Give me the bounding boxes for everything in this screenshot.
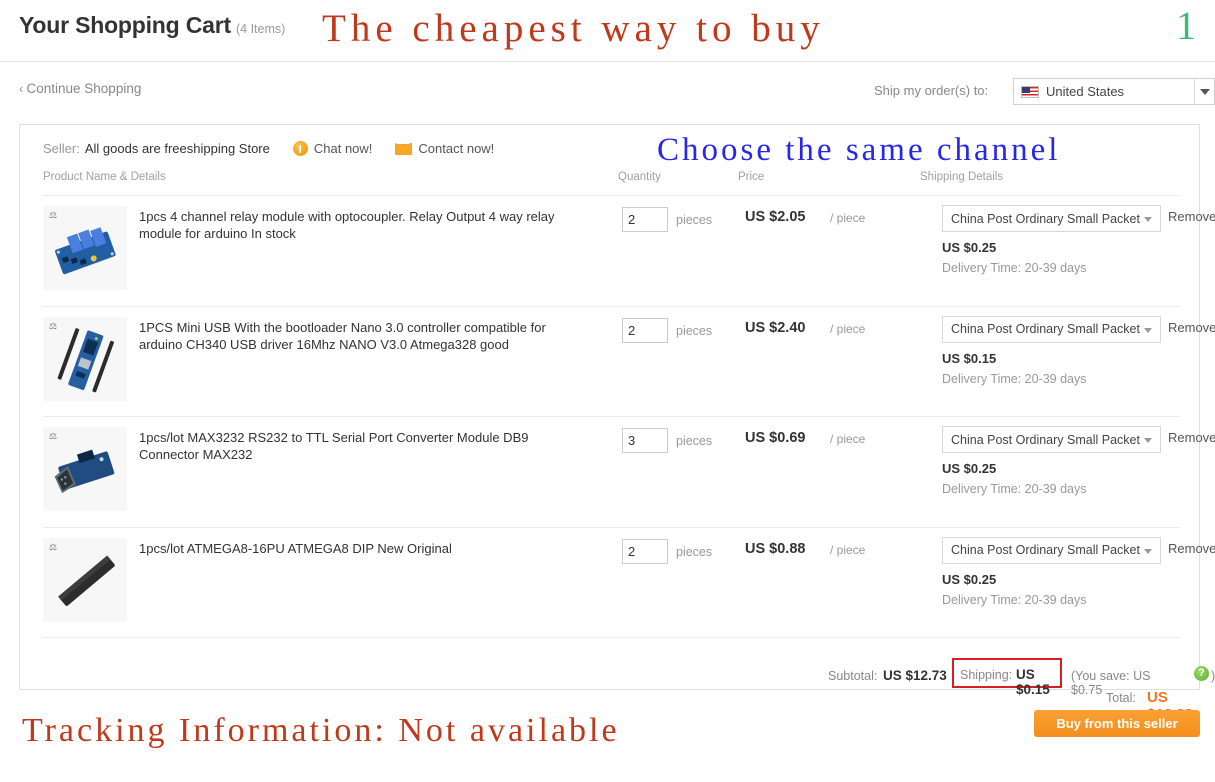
shipping-method-value: China Post Ordinary Small Packet <box>951 322 1140 336</box>
remove-item-link[interactable]: Remove <box>1168 541 1215 556</box>
annotation-marker-one: 1 <box>1176 3 1196 48</box>
quantity-input[interactable]: 2 <box>622 538 668 564</box>
chat-now-label: Chat now! <box>313 141 373 156</box>
quantity-unit: pieces <box>676 213 713 227</box>
page-header: Your Shopping Cart (4 Items) The cheapes… <box>0 0 1215 62</box>
remove-item-link[interactable]: Remove <box>1168 430 1215 445</box>
shipping-method-select[interactable]: China Post Ordinary Small Packet <box>942 426 1161 453</box>
table-row: ⚖ 1pcs/lot ATMEGA8-16PU ATMEGA8 DIP New … <box>43 526 1215 638</box>
shipping-method-select[interactable]: China Post Ordinary Small Packet <box>942 536 1161 564</box>
continue-shopping-link[interactable]: ‹ Continue Shopping <box>19 81 141 96</box>
quantity-input[interactable]: 2 <box>622 207 668 232</box>
shopping-cart-page: Your Shopping Cart (4 Items) The cheapes… <box>0 0 1215 782</box>
seller-label: Seller: <box>43 141 80 156</box>
product-name[interactable]: 1pcs/lot ATMEGA8-16PU ATMEGA8 DIP New Or… <box>139 540 567 557</box>
remove-item-link[interactable]: Remove <box>1168 320 1215 335</box>
unit-price: US $2.40 <box>745 319 806 336</box>
remove-item-link[interactable]: Remove <box>1168 209 1215 224</box>
chevron-down-icon[interactable] <box>1194 79 1214 104</box>
seller-name[interactable]: All goods are freeshipping Store <box>85 141 270 156</box>
shipping-cost: US $0.25 <box>942 240 997 255</box>
column-header-price: Price <box>738 171 765 183</box>
shipping-total-value: US $0.15 <box>1016 667 1050 697</box>
pin-icon: ⚖ <box>49 541 58 552</box>
unit-price: US $0.88 <box>745 540 806 557</box>
product-name[interactable]: 1pcs 4 channel relay module with optocou… <box>139 208 567 242</box>
delivery-time: Delivery Time: 20-39 days <box>942 261 1087 275</box>
price-unit-label: / piece <box>830 211 866 225</box>
shipping-total-label: Shipping: <box>960 668 1013 682</box>
ship-to-label: Ship my order(s) to: <box>874 83 989 98</box>
table-row: ⚖ <box>43 195 1215 306</box>
quantity-unit: pieces <box>676 434 713 448</box>
subtotal-value: US $12.73 <box>883 668 947 683</box>
us-flag-icon <box>1021 85 1039 98</box>
shipping-cost: US $0.25 <box>942 461 997 476</box>
chevron-down-icon <box>1144 327 1152 333</box>
dip-chip-thumbnail[interactable]: ⚖ <box>43 537 127 622</box>
nano-board-thumbnail[interactable]: ⚖ <box>43 316 127 401</box>
pin-icon: ⚖ <box>49 431 58 441</box>
column-header-product: Product Name & Details <box>43 171 166 183</box>
chevron-down-icon <box>1144 548 1152 554</box>
chevron-down-icon <box>1144 217 1152 222</box>
unit-price: US $0.69 <box>745 430 806 446</box>
chat-now-link[interactable]: Chat now! <box>292 141 373 156</box>
buy-from-seller-button[interactable]: Buy from this seller <box>1034 710 1200 737</box>
contact-now-link[interactable]: Contact now! <box>395 141 494 156</box>
cart-items-list: ⚖ 1pcs 4 channel relay module with optoc… <box>43 195 1215 638</box>
shipping-total-highlight: Shipping: US $0.15 <box>952 658 1062 697</box>
annotation-choose-channel: Choose the same channel <box>657 132 1061 168</box>
ship-country-value: United States <box>1046 84 1125 99</box>
subtotal-label: Subtotal: <box>828 669 878 683</box>
price-unit-label: / piece <box>830 321 866 336</box>
shipping-method-select[interactable]: China Post Ordinary Small Packet <box>942 315 1161 343</box>
envelope-icon <box>395 142 413 155</box>
rs232-module-thumbnail[interactable]: ⚖ <box>43 427 127 511</box>
shipping-cost: US $0.15 <box>942 350 997 366</box>
column-header-shipping: Shipping Details <box>920 171 1004 183</box>
shipping-method-value: China Post Ordinary Small Packet <box>951 211 1140 226</box>
product-name[interactable]: 1PCS Mini USB With the bootloader Nano 3… <box>139 319 567 353</box>
product-name[interactable]: 1pcs/lot MAX3232 RS232 to TTL Serial Por… <box>139 429 567 463</box>
page-title: Your Shopping Cart <box>19 12 231 38</box>
price-unit-label: / piece <box>830 542 866 557</box>
cart-item-count: (4 Items) <box>236 22 286 36</box>
pin-icon: ⚖ <box>49 210 58 220</box>
shipping-method-value: China Post Ordinary Small Packet <box>951 432 1140 447</box>
table-row: ⚖ 1PCS Mini USB With the bootloader Nano… <box>43 305 1215 417</box>
shipping-method-value: China Post Ordinary Small Packet <box>951 543 1140 557</box>
you-save-paren: ) <box>1211 669 1215 683</box>
delivery-time: Delivery Time: 20-39 days <box>942 482 1087 496</box>
price-unit-label: / piece <box>830 432 866 446</box>
chevron-down-icon <box>1144 438 1152 443</box>
contact-now-label: Contact now! <box>418 141 495 156</box>
table-row: ⚖ <box>43 416 1215 527</box>
pin-icon: ⚖ <box>49 320 58 331</box>
help-question-icon[interactable]: ? <box>1194 666 1209 681</box>
delivery-time: Delivery Time: 20-39 days <box>942 371 1087 386</box>
unit-price: US $2.05 <box>745 209 806 225</box>
annotation-cheapest-way: The cheapest way to buy <box>322 7 825 50</box>
cart-panel: Seller: All goods are freeshipping Store… <box>19 124 1215 723</box>
annotation-tracking-info: Tracking Information: Not available <box>22 712 620 749</box>
quantity-unit: pieces <box>676 323 713 338</box>
delivery-time: Delivery Time: 20-39 days <box>942 592 1087 607</box>
chat-bubble-icon <box>292 141 308 156</box>
order-totals: Subtotal: US $12.73 Shipping: US $0.15 (… <box>43 637 1215 723</box>
shipping-cost: US $0.25 <box>942 571 997 587</box>
continue-shopping-label: Continue Shopping <box>26 81 142 96</box>
relay-module-thumbnail[interactable]: ⚖ <box>43 206 127 290</box>
grand-total-label: Total: <box>1106 691 1136 705</box>
shipping-method-select[interactable]: China Post Ordinary Small Packet <box>942 205 1161 232</box>
column-header-quantity: Quantity <box>618 171 661 183</box>
quantity-input[interactable]: 3 <box>622 428 668 453</box>
chevron-left-icon: ‹ <box>19 81 24 96</box>
quantity-input[interactable]: 2 <box>622 317 668 343</box>
seller-row: Seller: All goods are freeshipping Store… <box>43 141 494 156</box>
ship-country-select[interactable]: United States <box>1013 78 1215 105</box>
quantity-unit: pieces <box>676 544 713 559</box>
